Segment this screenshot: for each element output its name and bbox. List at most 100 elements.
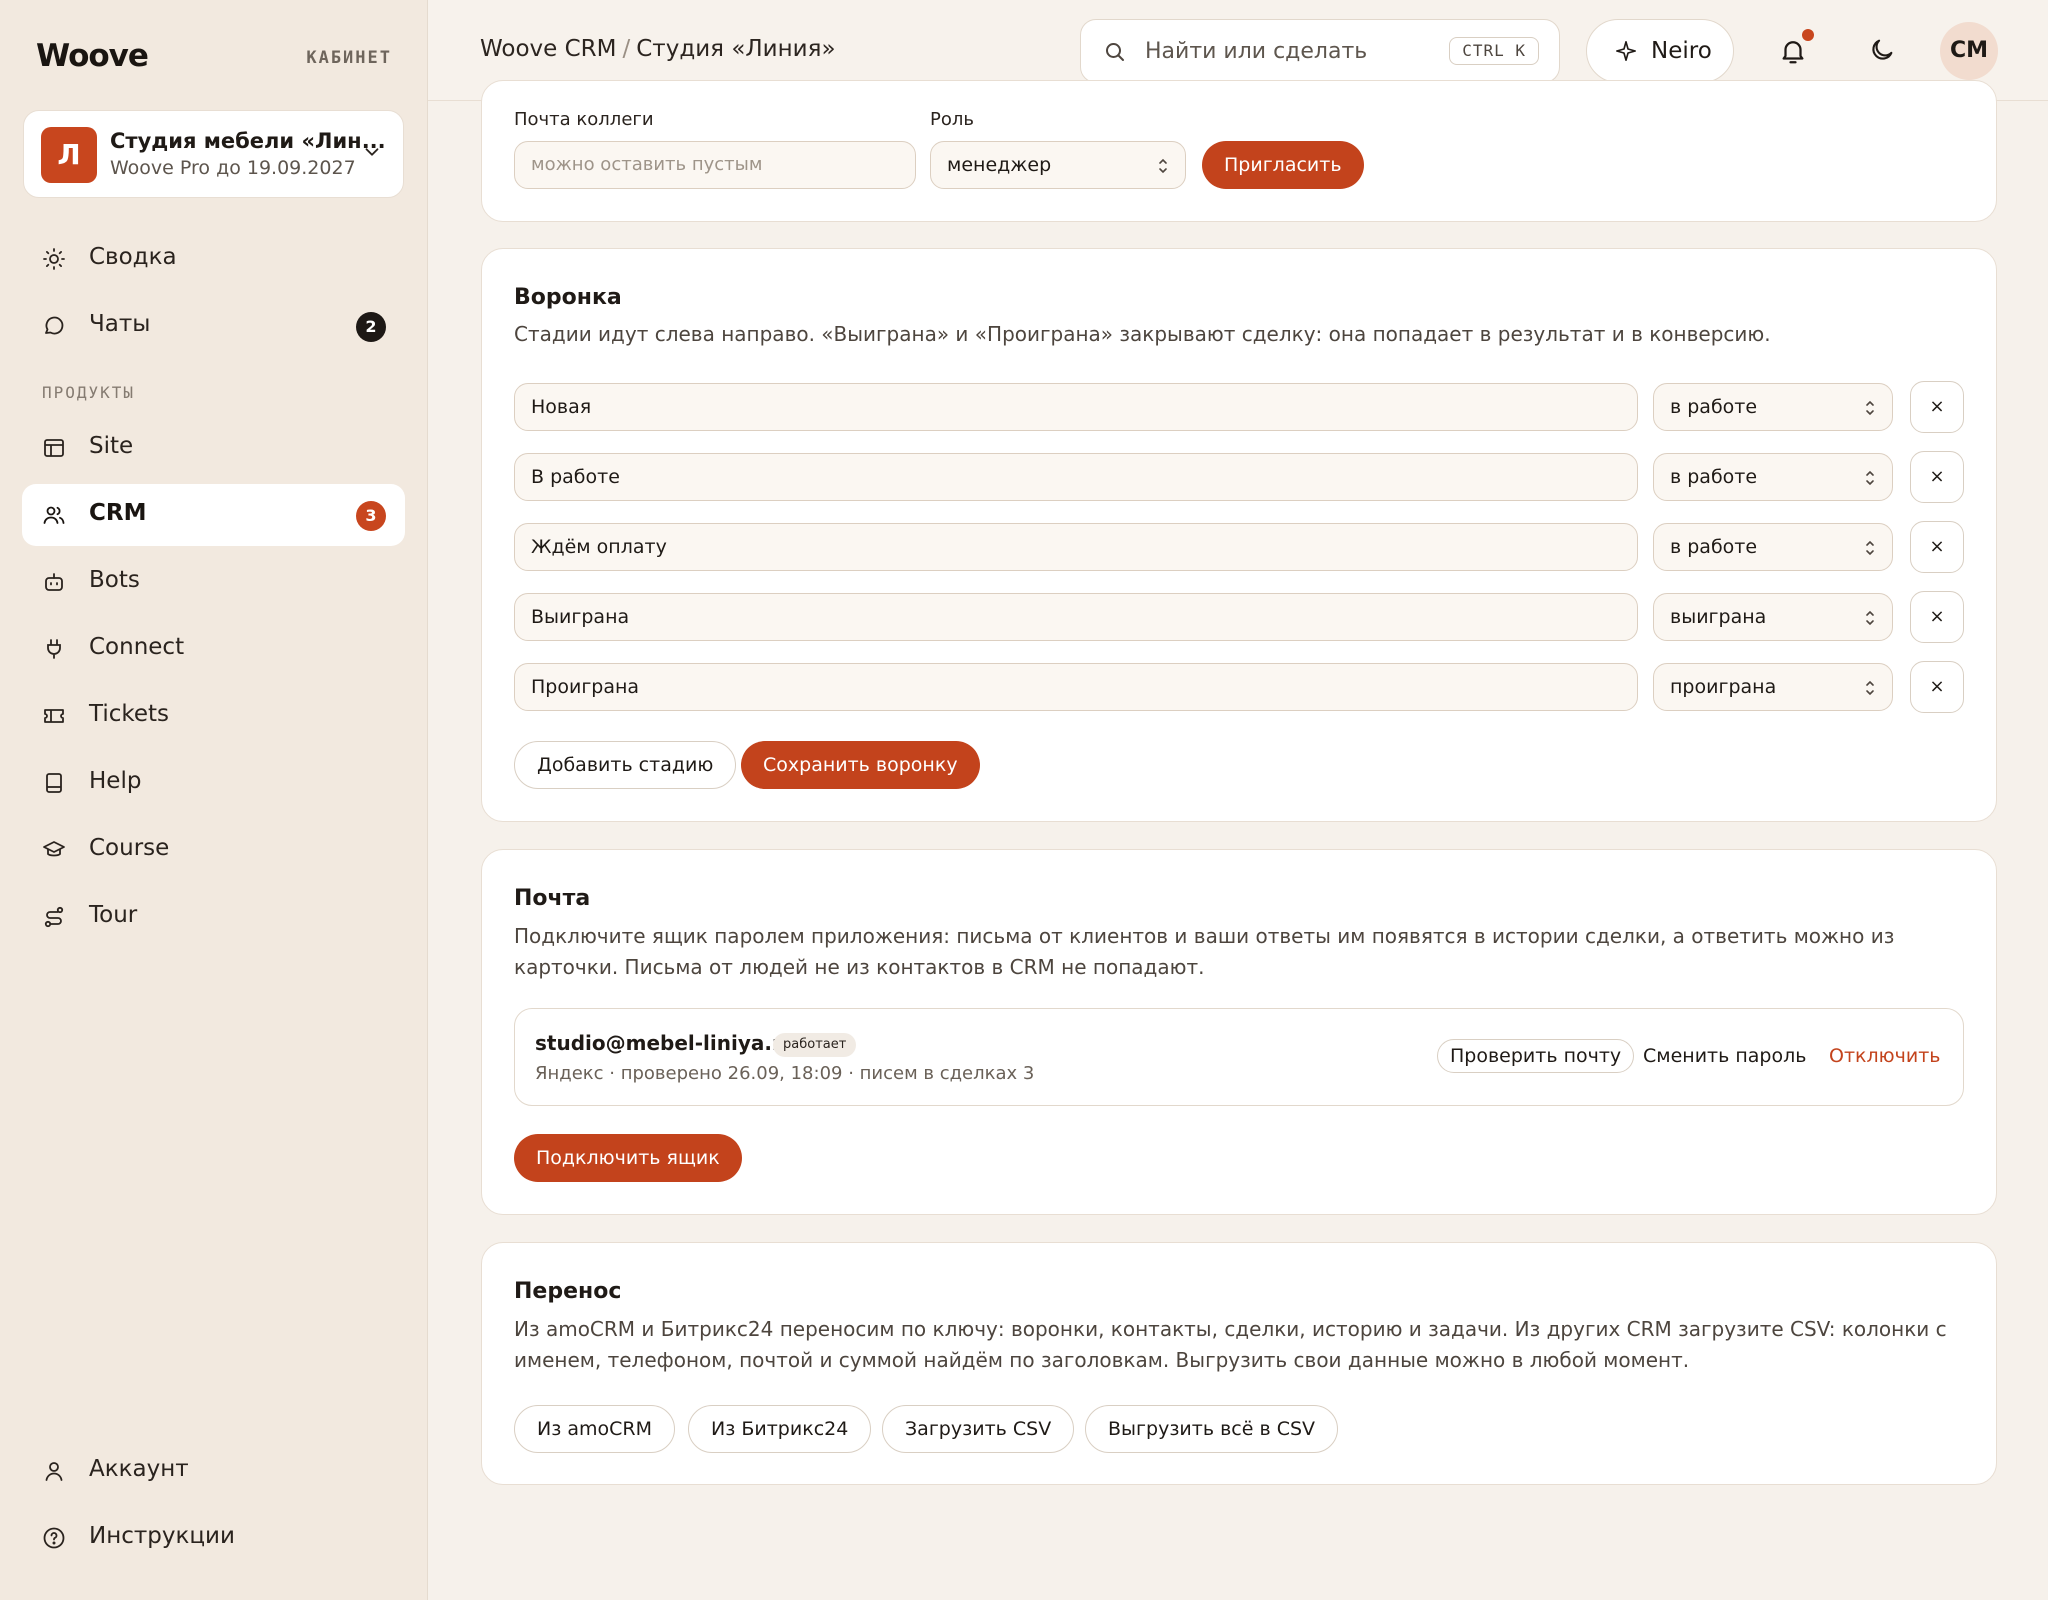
transfer-description: Из amoCRM и Битрикс24 переносим по ключу… [514,1317,1947,1372]
sidebar-item-label: Аккаунт [89,1456,189,1482]
disconnect-link[interactable]: Отключить [1829,1045,1940,1067]
org-name: Студия мебели «Лин... [110,129,386,153]
stage-type-select[interactable]: проиграна [1653,663,1893,711]
select-arrows-icon [1866,610,1874,626]
sidebar: Woove КАБИНЕТ Л Студия мебели «Лин... Wo… [0,0,428,1600]
help-circle-icon [42,1526,66,1550]
breadcrumb-current: Студия «Линия» [636,36,836,62]
export-csv-button[interactable]: Выгрузить всё в CSV [1085,1405,1339,1453]
sidebar-item-bots[interactable]: Bots [22,551,405,613]
role-label: Роль [930,109,974,130]
role-select-value: менеджер [947,154,1052,176]
sun-icon [42,247,66,271]
stage-type-select[interactable]: в работе [1653,523,1893,571]
book-icon [42,771,66,795]
chat-bubble-icon [42,314,66,338]
sidebar-item-course[interactable]: Course [22,819,405,881]
import-bitrix-button[interactable]: Из Битрикс24 [688,1405,872,1453]
mailbox-meta: Яндекс · проверено 26.09, 18:09 · писем … [535,1063,1035,1084]
org-avatar: Л [41,127,97,183]
remove-stage-button[interactable]: × [1910,451,1964,503]
select-arrows-icon [1866,400,1874,416]
stage-type-value: выиграна [1670,606,1767,628]
remove-stage-button[interactable]: × [1910,381,1964,433]
search-placeholder: Найти или сделать [1145,39,1368,64]
stage-name-input[interactable]: Новая [514,383,1638,431]
breadcrumb: Woove CRM / Студия «Линия» [480,36,836,62]
connect-mailbox-button[interactable]: Подключить ящик [514,1134,742,1182]
sidebar-item-label: Help [89,768,142,794]
sidebar-item-chats[interactable]: Чаты 2 [22,295,405,357]
email-label: Почта коллеги [514,109,654,130]
sidebar-item-tour[interactable]: Tour [22,886,405,948]
graduation-cap-icon [42,838,66,862]
upload-csv-button[interactable]: Загрузить CSV [882,1405,1075,1453]
sidebar-item-instructions[interactable]: Инструкции [22,1507,405,1569]
transfer-card: Перенос Из amoCRM и Битрикс24 переносим … [481,1242,1997,1485]
remove-stage-button[interactable]: × [1910,521,1964,573]
users-icon [42,503,66,527]
invite-button[interactable]: Пригласить [1202,141,1364,189]
products-section-label: ПРОДУКТЫ [42,383,136,402]
add-stage-button[interactable]: Добавить стадию [514,741,737,789]
sidebar-item-site[interactable]: Site [22,417,405,479]
save-funnel-button[interactable]: Сохранить воронку [741,741,980,789]
cabinet-label: КАБИНЕТ [306,48,392,68]
breadcrumb-root[interactable]: Woove CRM [480,36,617,62]
sidebar-item-account[interactable]: Аккаунт [22,1440,405,1502]
status-badge: работает [773,1033,857,1057]
invite-card: Почта коллеги можно оставить пустым Роль… [481,80,1997,222]
select-arrows-icon [1866,680,1874,696]
stage-name-input[interactable]: Проиграна [514,663,1638,711]
mail-card: Почта Подключите ящик паролем приложения… [481,849,1997,1215]
remove-stage-button[interactable]: × [1910,661,1964,713]
plug-icon [42,637,66,661]
neiro-label: Neiro [1651,38,1712,64]
sidebar-item-label: Сводка [89,244,177,270]
crm-badge: 3 [356,501,386,531]
import-amocrm-button[interactable]: Из amoCRM [514,1405,675,1453]
chevron-down-icon [365,148,379,156]
unread-badge: 2 [356,312,386,342]
change-password-link[interactable]: Сменить пароль [1643,1045,1806,1067]
stage-type-select[interactable]: в работе [1653,383,1893,431]
transfer-title: Перенос [514,1279,622,1304]
sidebar-item-tickets[interactable]: Tickets [22,685,405,747]
search-icon [1106,43,1124,61]
mail-title: Почта [514,886,591,911]
bell-icon[interactable] [1778,36,1808,66]
sidebar-item-label: Чаты [89,311,151,337]
notification-dot [1802,29,1814,41]
check-mail-button[interactable]: Проверить почту [1437,1039,1635,1073]
brand-logo[interactable]: Woove [36,38,149,74]
stage-type-value: проиграна [1670,676,1777,698]
role-select[interactable]: менеджер [930,141,1186,189]
sidebar-item-crm[interactable]: CRM 3 [22,484,405,546]
moon-icon[interactable] [1868,36,1896,64]
funnel-card: Воронка Стадии идут слева направо. «Выиг… [481,248,1997,822]
stage-name-input[interactable]: Выиграна [514,593,1638,641]
user-icon [42,1459,66,1483]
sidebar-item-connect[interactable]: Connect [22,618,405,680]
org-switcher[interactable]: Л Студия мебели «Лин... Woove Pro до 19.… [23,110,404,198]
avatar[interactable]: СМ [1940,22,1998,80]
stage-type-value: в работе [1670,466,1758,488]
sidebar-item-summary[interactable]: Сводка [22,228,405,290]
stage-type-value: в работе [1670,536,1758,558]
stage-type-select[interactable]: выиграна [1653,593,1893,641]
colleague-email-input[interactable]: можно оставить пустым [514,141,916,189]
sidebar-item-help[interactable]: Help [22,752,405,814]
stage-name-input[interactable]: Ждём оплату [514,523,1638,571]
select-arrows-icon [1866,470,1874,486]
funnel-description: Стадии идут слева направо. «Выиграна» и … [514,322,1771,346]
remove-stage-button[interactable]: × [1910,591,1964,643]
stage-type-select[interactable]: в работе [1653,453,1893,501]
select-arrows-icon [1866,540,1874,556]
stage-type-value: в работе [1670,396,1758,418]
sidebar-item-label: Bots [89,567,140,593]
funnel-title: Воронка [514,285,622,310]
stage-name-input[interactable]: В работе [514,453,1638,501]
search-input[interactable]: Найти или сделать CTRL K [1080,19,1560,83]
breadcrumb-separator: / [622,36,631,62]
neiro-button[interactable]: Neiro [1586,19,1734,83]
